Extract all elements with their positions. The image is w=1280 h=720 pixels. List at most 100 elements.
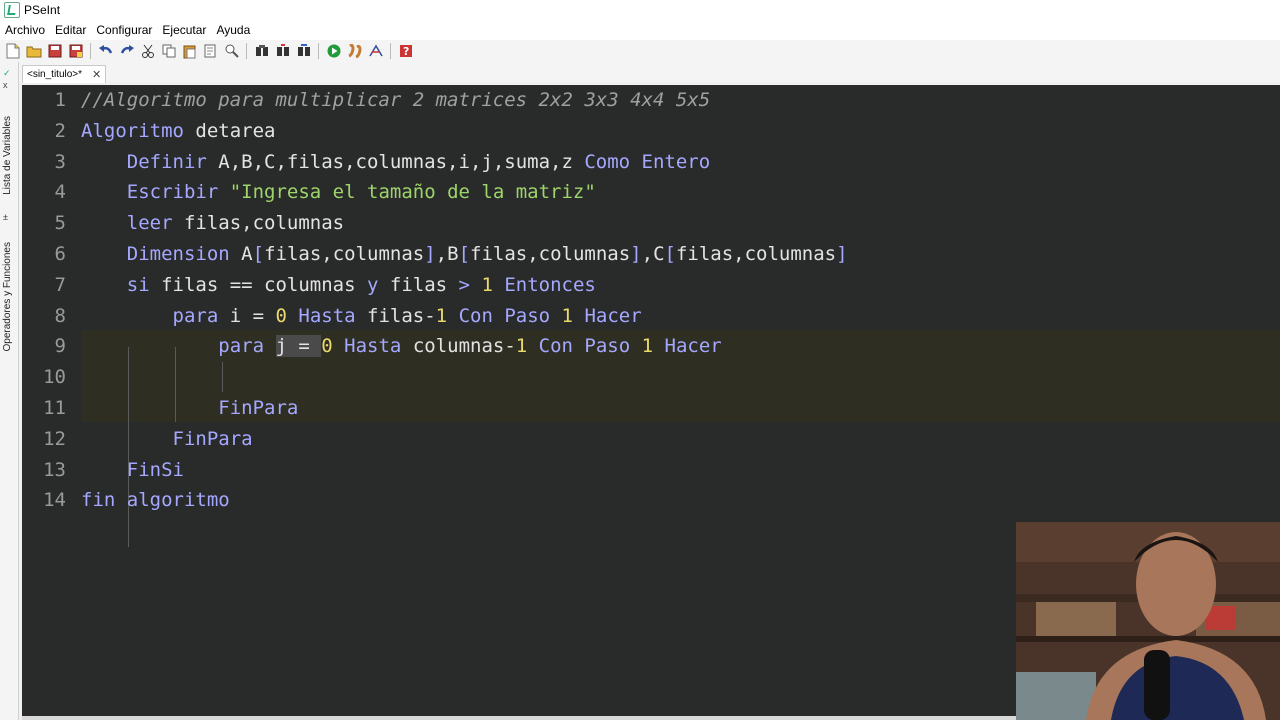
code-token: y (367, 273, 379, 296)
new-file-icon[interactable] (4, 42, 22, 60)
code-line[interactable]: FinSi (81, 459, 184, 481)
code-line[interactable]: para i = 0 Hasta filas-1 Con Paso 1 Hace… (81, 305, 642, 327)
code-token: 1 (561, 304, 573, 327)
line-number: 7 (54, 273, 66, 296)
code-token: filas- (355, 304, 436, 327)
code-token: 1 (435, 304, 448, 327)
close-icon[interactable]: ✕ (92, 68, 101, 81)
menu-bar: Archivo Editar Configurar Ejecutar Ayuda (0, 20, 1280, 40)
operators-panel-icon[interactable]: ± (3, 212, 8, 222)
save-icon[interactable] (46, 42, 64, 60)
cut-icon[interactable] (139, 42, 157, 60)
window-title: PSeInt (24, 3, 61, 17)
copy-icon[interactable] (160, 42, 178, 60)
code-token: filas == columnas (149, 273, 367, 296)
code-token: [ (458, 243, 471, 265)
code-line[interactable]: para j = 0 Hasta columnas-1 Con Paso 1 H… (81, 335, 722, 358)
run-icon[interactable] (325, 42, 343, 60)
redo-icon[interactable] (118, 42, 136, 60)
code-token: Definir (126, 150, 207, 173)
code-line[interactable]: Escribir "Ingresa el tamaño de la matriz… (81, 181, 596, 203)
code-token: Como Entero (584, 150, 711, 173)
code-token: detarea (183, 119, 276, 142)
code-token: Escribir (126, 181, 219, 204)
code-token: ,B (435, 243, 459, 265)
code-token: Hacer (584, 304, 642, 327)
debug-icon[interactable] (367, 42, 385, 60)
find-icon[interactable] (223, 42, 241, 60)
tab-sin-titulo[interactable]: <sin_titulo>* ✕ (22, 65, 107, 83)
find-next-icon[interactable] (253, 42, 271, 60)
operators-functions-tab[interactable]: Operadores y Funciones (2, 242, 13, 352)
menu-configurar[interactable]: Configurar (91, 23, 157, 37)
menu-archivo[interactable]: Archivo (0, 23, 50, 37)
code-token: ] (424, 243, 436, 265)
code-token: Con Paso (458, 304, 551, 327)
code-token: filas,columnas (172, 212, 345, 235)
code-token: ] (836, 243, 848, 265)
webcam-overlay (1016, 522, 1280, 720)
code-line[interactable]: Dimension A[filas,columnas],B[filas,colu… (81, 243, 848, 265)
edit-icon[interactable] (202, 42, 220, 60)
code-token: fin algoritmo (81, 489, 230, 512)
code-token: 1 (515, 335, 528, 358)
code-line[interactable]: si filas == columnas y filas > 1 Entonce… (81, 274, 596, 296)
replace-icon[interactable] (274, 42, 292, 60)
line-number: 2 (54, 119, 66, 142)
menu-editar[interactable]: Editar (50, 23, 91, 37)
help-icon[interactable]: ? (397, 42, 415, 60)
code-token: columnas- (401, 335, 516, 358)
code-token: 0 (275, 304, 287, 327)
code-line[interactable]: //Algoritmo para multiplicar 2 matrices … (81, 89, 710, 111)
code-token: [ (664, 243, 676, 265)
line-number: 9 (54, 335, 66, 358)
code-line[interactable]: FinPara (81, 428, 253, 450)
svg-text:?: ? (403, 45, 409, 58)
line-number: 11 (43, 397, 66, 419)
line-number: 12 (43, 427, 66, 450)
code-line[interactable]: Algoritmo detarea (81, 120, 275, 142)
paste-icon[interactable] (181, 42, 199, 60)
replace-all-icon[interactable] (295, 42, 313, 60)
code-token: ,C (641, 243, 665, 265)
code-token: j = (275, 335, 322, 358)
code-line[interactable]: leer filas,columnas (81, 212, 344, 234)
menu-ejecutar[interactable]: Ejecutar (157, 23, 211, 37)
code-token: filas,columnas (470, 243, 631, 265)
code-token: Algoritmo (81, 119, 184, 142)
xyz-icon: x (3, 80, 8, 90)
save-as-icon[interactable] (67, 42, 85, 60)
code-line[interactable]: fin algoritmo (81, 489, 230, 511)
code-token: para (218, 335, 265, 358)
menu-ayuda[interactable]: Ayuda (211, 23, 255, 37)
code-token: Hasta (298, 304, 356, 327)
pseint-app-icon (4, 2, 20, 18)
open-folder-icon[interactable] (25, 42, 43, 60)
code-token: Dimension (126, 243, 230, 265)
tab-bar: <sin_titulo>* ✕ (19, 62, 1280, 83)
code-token: 1 (641, 335, 654, 358)
code-token: filas,columnas (675, 243, 837, 265)
undo-icon[interactable] (97, 42, 115, 60)
variables-panel-icon[interactable]: ✓ (3, 68, 11, 79)
code-token: Hacer (664, 335, 722, 358)
line-number: 4 (54, 181, 66, 204)
variables-list-tab[interactable]: Lista de Variables (2, 116, 13, 195)
code-token: FinPara (218, 397, 299, 419)
code-line[interactable]: Definir A,B,C,filas,columnas,i,j,suma,z … (81, 151, 710, 173)
code-line[interactable]: FinPara (81, 397, 298, 419)
horizontal-scrollbar[interactable] (22, 716, 1016, 720)
line-number: 14 (43, 489, 66, 512)
step-icon[interactable] (346, 42, 364, 60)
